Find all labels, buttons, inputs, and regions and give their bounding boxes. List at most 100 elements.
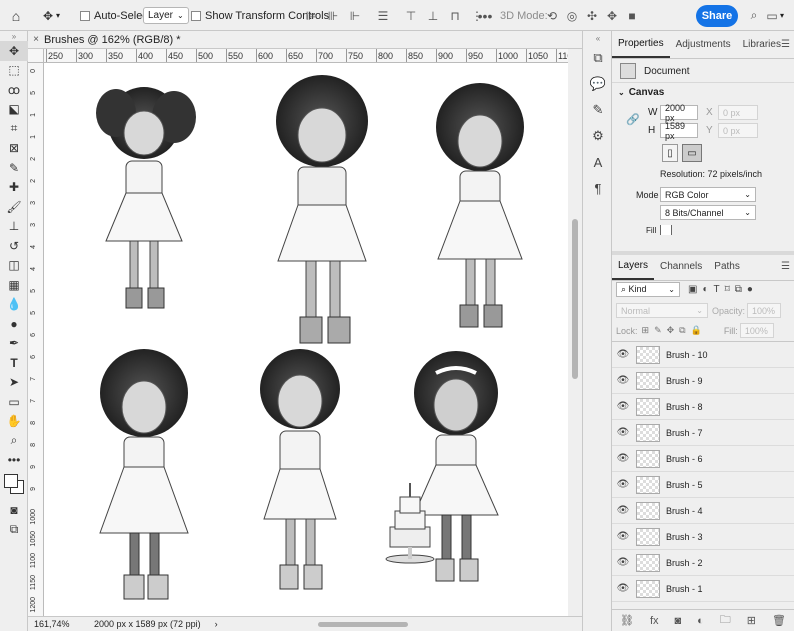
ruler-origin[interactable] bbox=[28, 49, 44, 63]
tab-adjustments[interactable]: Adjustments bbox=[670, 30, 737, 58]
fill-swatch[interactable] bbox=[660, 225, 673, 235]
layers-menu-icon[interactable]: ☰ bbox=[781, 261, 790, 272]
more-options-icon[interactable]: ••• bbox=[477, 0, 493, 31]
lock-image-icon[interactable]: ✎ bbox=[654, 325, 662, 336]
zoom-level[interactable]: 161,74% bbox=[34, 619, 74, 629]
tab-layers[interactable]: Layers bbox=[612, 252, 655, 280]
width-field[interactable]: 2000 px bbox=[660, 103, 698, 123]
align-left-icon[interactable]: ⊫ bbox=[303, 8, 319, 24]
link-icon[interactable]: 🔗 bbox=[626, 113, 640, 126]
visibility-eye-icon[interactable]: 👁 bbox=[612, 349, 634, 360]
horizontal-ruler[interactable]: 250 300 350 400 450 500 550 600 650 700 750 800 850 9… bbox=[44, 49, 568, 63]
more-tools-icon[interactable]: ••• bbox=[0, 451, 28, 471]
height-field[interactable]: 1589 px bbox=[660, 121, 698, 141]
blend-mode-select[interactable]: Normal ⌄ bbox=[616, 303, 708, 318]
3d-camera-icon[interactable]: ■ bbox=[624, 8, 640, 24]
tab-paths[interactable]: Paths bbox=[708, 252, 746, 280]
layer-row[interactable]: 👁 Brush - 10 bbox=[612, 342, 794, 368]
x-field[interactable]: 0 px bbox=[718, 105, 758, 120]
character-icon[interactable]: A bbox=[583, 149, 613, 175]
horizontal-scroll-thumb[interactable] bbox=[318, 622, 408, 627]
3d-pan-icon[interactable]: ✣ bbox=[584, 8, 600, 24]
visibility-eye-icon[interactable]: 👁 bbox=[612, 375, 634, 386]
frame-tool[interactable]: ⊠ bbox=[0, 139, 28, 159]
gradient-tool[interactable]: ▦ bbox=[0, 275, 28, 295]
history-brush-tool[interactable]: ↺ bbox=[0, 236, 28, 256]
object-select-tool[interactable]: ⬕ bbox=[0, 100, 28, 120]
adjust-icon[interactable]: ⚙ bbox=[583, 123, 613, 149]
workspace-icon[interactable]: ▭ ▾ bbox=[764, 0, 784, 31]
visibility-eye-icon[interactable]: 👁 bbox=[612, 531, 634, 542]
marquee-tool[interactable]: ⬚ bbox=[0, 61, 28, 81]
search-icon[interactable]: ⌕ bbox=[746, 0, 762, 31]
visibility-eye-icon[interactable]: 👁 bbox=[612, 453, 634, 464]
align-right-icon[interactable]: ⊩ bbox=[347, 8, 363, 24]
move-tool[interactable]: ✥ bbox=[0, 41, 28, 61]
history-icon[interactable]: ⧉ bbox=[583, 45, 613, 71]
3d-orbit-icon[interactable]: ⟲ bbox=[544, 8, 560, 24]
hand-tool[interactable]: ✋ bbox=[0, 412, 28, 432]
path-select-tool[interactable]: ➤ bbox=[0, 373, 28, 393]
canvas-section[interactable]: ⌄ Canvas bbox=[618, 87, 664, 98]
visibility-eye-icon[interactable]: 👁 bbox=[612, 583, 634, 594]
type-tool[interactable]: T bbox=[0, 353, 28, 373]
new-group-icon[interactable]: 🗀 bbox=[720, 611, 731, 630]
home-icon[interactable]: ⌂ bbox=[8, 0, 24, 31]
layer-row[interactable]: 👁 Brush - 2 bbox=[612, 550, 794, 576]
dodge-tool[interactable]: ● bbox=[0, 314, 28, 334]
3d-roll-icon[interactable]: ◎ bbox=[564, 8, 580, 24]
layer-row[interactable]: 👁 Brush - 5 bbox=[612, 472, 794, 498]
visibility-eye-icon[interactable]: 👁 bbox=[612, 505, 634, 516]
eyedropper-tool[interactable]: ✎ bbox=[0, 158, 28, 178]
filter-adjust-icon[interactable]: ◐ bbox=[702, 284, 708, 295]
panel-menu-icon[interactable]: ☰ bbox=[781, 39, 790, 50]
link-layers-icon[interactable]: ⛓ bbox=[620, 614, 634, 627]
document-tab[interactable]: × Brushes @ 162% (RGB/8) * bbox=[28, 31, 582, 49]
fx-icon[interactable]: fx bbox=[650, 615, 659, 627]
layer-row[interactable]: 👁 Brush - 9 bbox=[612, 368, 794, 394]
comments-icon[interactable]: 💬 bbox=[583, 71, 613, 97]
visibility-eye-icon[interactable]: 👁 bbox=[612, 557, 634, 568]
foreground-color[interactable] bbox=[4, 474, 18, 488]
vertical-scroll-thumb[interactable] bbox=[572, 219, 578, 379]
align-bottom-icon[interactable]: ⊓ bbox=[447, 8, 463, 24]
layer-select[interactable]: Layer ⌄ bbox=[143, 0, 189, 31]
blur-tool[interactable]: 💧 bbox=[0, 295, 28, 315]
canvas[interactable] bbox=[44, 63, 568, 616]
visibility-eye-icon[interactable]: 👁 bbox=[612, 401, 634, 412]
filter-type-icon[interactable]: T bbox=[714, 284, 720, 295]
vertical-ruler[interactable]: 0 5 1 1 2 2 3 3 4 4 5 5 6 6 7 7 8 8 9 9 1000 1050 1100 1150 1200 bbox=[28, 63, 44, 616]
layer-row[interactable]: 👁 Brush - 3 bbox=[612, 524, 794, 550]
y-field[interactable]: 0 px bbox=[718, 123, 758, 138]
add-mask-icon[interactable]: ◙ bbox=[674, 615, 681, 627]
opacity-field[interactable]: 100% bbox=[747, 303, 782, 318]
layer-row[interactable]: 👁 Brush - 7 bbox=[612, 420, 794, 446]
pen-tool[interactable]: ✒ bbox=[0, 334, 28, 354]
layer-row[interactable]: 👁 Brush - 8 bbox=[612, 394, 794, 420]
color-swatches[interactable] bbox=[0, 470, 28, 500]
layer-fill-field[interactable]: 100% bbox=[739, 323, 774, 338]
clone-stamp-tool[interactable]: ⊥ bbox=[0, 217, 28, 237]
landscape-icon[interactable]: ▭ bbox=[682, 144, 702, 162]
distribute-icon[interactable]: ☰ bbox=[375, 8, 391, 24]
rectangle-tool[interactable]: ▭ bbox=[0, 392, 28, 412]
eraser-tool[interactable]: ◫ bbox=[0, 256, 28, 276]
lock-artboard-icon[interactable]: ⧉ bbox=[679, 325, 685, 336]
new-layer-icon[interactable]: ⊞ bbox=[747, 614, 756, 627]
share-button[interactable]: Share bbox=[696, 0, 738, 31]
lasso-tool[interactable]: ꝏ bbox=[0, 80, 28, 100]
tab-properties[interactable]: Properties bbox=[612, 30, 670, 58]
filter-pixel-icon[interactable]: ▣ bbox=[688, 284, 697, 295]
align-hcenter-icon[interactable]: ⊪ bbox=[325, 8, 341, 24]
layer-row[interactable]: 👁 Brush - 6 bbox=[612, 446, 794, 472]
portrait-icon[interactable]: ▯ bbox=[662, 144, 678, 162]
vertical-scrollbar[interactable] bbox=[568, 49, 582, 616]
layer-row[interactable]: 👁 Brush - 4 bbox=[612, 498, 794, 524]
close-tab-icon[interactable]: × bbox=[28, 34, 44, 45]
status-menu-icon[interactable]: › bbox=[215, 619, 218, 629]
lock-all-icon[interactable]: 🔒 bbox=[691, 325, 702, 336]
lock-position-icon[interactable]: ✥ bbox=[667, 325, 675, 336]
filter-smart-icon[interactable]: ⧉ bbox=[735, 284, 742, 295]
move-tool-icon[interactable]: ✥ ▾ bbox=[40, 0, 60, 31]
align-vcenter-icon[interactable]: ⊥ bbox=[425, 8, 441, 24]
